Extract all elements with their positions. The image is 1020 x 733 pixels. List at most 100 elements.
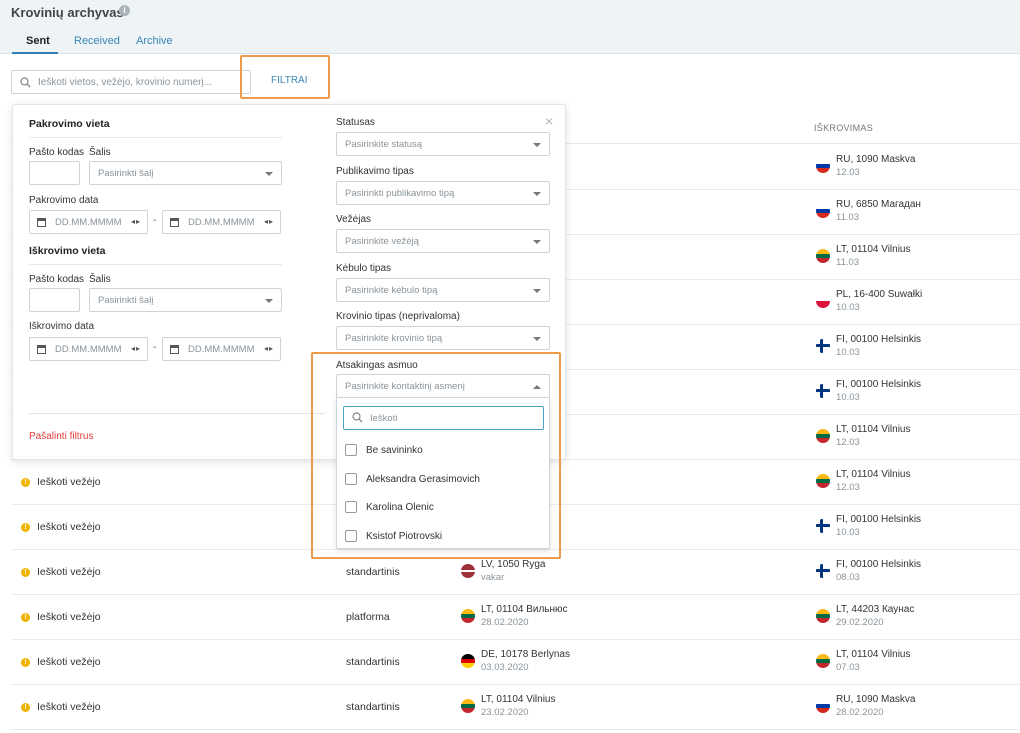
carrier-cell[interactable]: ! Ieškoti vežėjo — [21, 476, 101, 488]
table-row[interactable]: ! Ieškoti vežėjo standartinis LT, 01104 Vil… — [11, 685, 1020, 730]
unload-cell: LT, 01104 Vilnius 12.03 — [816, 423, 911, 449]
close-icon[interactable]: × — [545, 113, 553, 129]
dropdown-search-input[interactable]: Ieškoti — [343, 406, 544, 430]
dropdown-option[interactable]: Karolina Olenic — [345, 501, 434, 513]
unload-postal-label: Pašto kodas — [29, 274, 85, 285]
chevron-down-icon — [533, 143, 541, 147]
date-text: 03.03.2020 — [481, 662, 529, 673]
date-arrows-icon[interactable]: ◂▸ — [131, 217, 141, 226]
lt-flag-icon — [816, 609, 830, 623]
carrier-cell[interactable]: ! Ieškoti vežėjo — [21, 656, 101, 668]
filter-button[interactable]: FILTRAI — [271, 75, 307, 86]
unload-date-to[interactable]: DD.MM.MMMM ◂▸ — [162, 337, 281, 361]
chevron-down-icon — [265, 299, 273, 303]
lt-flag-icon — [816, 429, 830, 443]
checkbox[interactable] — [345, 444, 357, 456]
date-arrows-icon[interactable]: ◂▸ — [264, 344, 274, 353]
date-text: 11.03 — [836, 212, 860, 223]
load-postal-label: Pašto kodas — [29, 147, 85, 158]
clear-filters-link[interactable]: Pašalinti filtrus — [29, 431, 93, 442]
carrier-placeholder: Pasirinkite vežėją — [345, 236, 419, 247]
lt-flag-icon — [816, 474, 830, 488]
date-text: 11.03 — [836, 257, 860, 268]
date-text: 10.03 — [836, 302, 860, 313]
carrier-cell[interactable]: ! Ieškoti vežėjo — [21, 611, 101, 623]
carrier-cell[interactable]: ! Ieškoti vežėjo — [21, 566, 101, 578]
unload-cell: LT, 44203 Каунас 29.02.2020 — [816, 603, 914, 629]
date-text: 10.03 — [836, 527, 860, 538]
tab-archive[interactable]: Archive — [136, 35, 173, 47]
ru-flag-icon — [816, 159, 830, 173]
date-text: 10.03 — [836, 347, 860, 358]
unload-country-label: Šalis — [89, 274, 111, 285]
option-label: Be savininko — [366, 444, 423, 456]
unload-postal-input[interactable] — [29, 288, 80, 312]
carrier-cell[interactable]: ! Ieškoti vežėjo — [21, 701, 101, 713]
fi-flag-icon — [816, 339, 830, 353]
load-postal-input[interactable] — [29, 161, 80, 185]
dropdown-option[interactable]: Be savininko — [345, 444, 423, 456]
lt-flag-icon — [816, 654, 830, 668]
tab-received[interactable]: Received — [74, 35, 120, 47]
date-arrows-icon[interactable]: ◂▸ — [264, 217, 274, 226]
location-text: DE, 10178 Berlynas — [481, 649, 570, 660]
date-text: 28.02.2020 — [481, 617, 529, 628]
body-type-select[interactable]: Pasirinkite kėbulo tipą — [336, 278, 550, 302]
unload-cell: LT, 01104 Vilnius 07.03 — [816, 648, 911, 674]
table-row[interactable]: ! Ieškoti vežėjo platforma LT, 01104 Вильню… — [11, 595, 1020, 640]
unload-country-select[interactable]: Pasirinkti šalį — [89, 288, 282, 312]
load-date-to[interactable]: DD.MM.MMMM ◂▸ — [162, 210, 281, 234]
date-text: 28.02.2020 — [836, 707, 884, 718]
option-label: Karolina Olenic — [366, 501, 434, 513]
date-text: 12.03 — [836, 482, 860, 493]
cargo-type-select[interactable]: Pasirinkite krovinio tipą — [336, 326, 550, 350]
location-text: LT, 01104 Vilnius — [836, 649, 911, 660]
status-select[interactable]: Pasirinkite statusą — [336, 132, 550, 156]
unload-cell: LT, 01104 Vilnius 11.03 — [816, 243, 911, 269]
load-date-label: Pakrovimo data — [29, 195, 99, 206]
body-type-placeholder: Pasirinkite kėbulo tipą — [345, 285, 438, 296]
unload-cell: RU, 1090 Maskva 12.03 — [816, 153, 915, 179]
load-cell: LV, 1050 Ryga vakar — [461, 558, 546, 584]
body-type-label: Kėbulo tipas — [336, 263, 392, 274]
info-icon[interactable]: i — [119, 5, 130, 16]
checkbox[interactable] — [345, 473, 357, 485]
unload-date-label: Iškrovimo data — [29, 321, 95, 332]
carrier-select[interactable]: Pasirinkite vežėją — [336, 229, 550, 253]
checkbox[interactable] — [345, 501, 357, 513]
fi-flag-icon — [816, 384, 830, 398]
load-date-from[interactable]: DD.MM.MMMM ◂▸ — [29, 210, 148, 234]
lt-flag-icon — [461, 609, 475, 623]
checkbox[interactable] — [345, 530, 357, 542]
de-flag-icon — [461, 654, 475, 668]
unload-cell: FI, 00100 Helsinkis 10.03 — [816, 378, 921, 404]
search-placeholder: Ieškoti vietos, vežėjo, krovinio numerį.… — [38, 77, 212, 88]
pub-type-placeholder: Pasirinkti publikavimo tipą — [345, 188, 455, 199]
location-text: FI, 00100 Helsinkis — [836, 379, 922, 390]
search-input[interactable]: Ieškoti vietos, vežėjo, krovinio numerį.… — [11, 70, 251, 94]
dropdown-option[interactable]: Aleksandra Gerasimovich — [345, 473, 480, 485]
warning-icon: ! — [21, 612, 30, 622]
unload-cell: RU, 1090 Maskva 28.02.2020 — [816, 693, 915, 719]
date-text: 12.03 — [836, 437, 860, 448]
table-row[interactable]: ! Ieškoti vežėjo standartinis DE, 10178 Ber… — [11, 640, 1020, 685]
tab-sent[interactable]: Sent — [26, 35, 50, 47]
location-text: LT, 01104 Vilnius — [836, 469, 911, 480]
chevron-down-icon — [533, 192, 541, 196]
unload-date-from[interactable]: DD.MM.MMMM ◂▸ — [29, 337, 148, 361]
ru-flag-icon — [816, 204, 830, 218]
unload-cell: FI, 00100 Helsinkis 08.03 — [816, 558, 921, 584]
load-country-select[interactable]: Pasirinkti šalį — [89, 161, 282, 185]
pub-type-label: Publikavimo tipas — [336, 166, 414, 177]
fi-flag-icon — [816, 564, 830, 578]
warning-icon: ! — [21, 657, 30, 667]
location-text: LV, 1050 Ryga — [481, 559, 546, 570]
chevron-down-icon — [533, 289, 541, 293]
pub-type-select[interactable]: Pasirinkti publikavimo tipą — [336, 181, 550, 205]
carrier-cell[interactable]: ! Ieškoti vežėjo — [21, 521, 101, 533]
date-separator: - — [153, 215, 157, 226]
dropdown-option[interactable]: Ksistof Piotrovski — [345, 530, 442, 542]
date-arrows-icon[interactable]: ◂▸ — [131, 344, 141, 353]
option-label: Aleksandra Gerasimovich — [366, 473, 480, 485]
date-text: 08.03 — [836, 572, 860, 583]
